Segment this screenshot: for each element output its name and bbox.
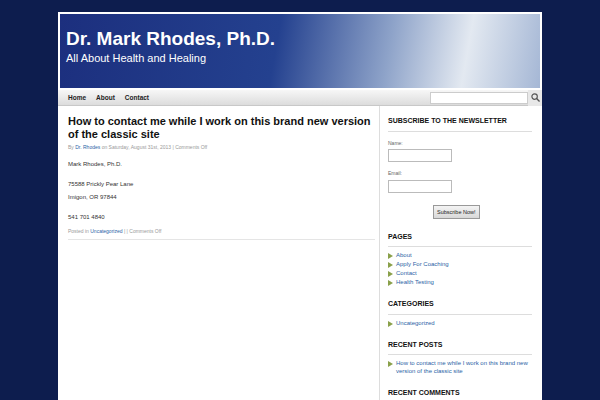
widget-heading: SUBSCRIBE TO THE NEWSLETTER (388, 116, 532, 132)
search-input[interactable] (430, 92, 528, 104)
content: How to contact me while I work on this b… (58, 106, 542, 400)
site-tagline: All About Health and Healing (66, 51, 534, 65)
search-button[interactable] (528, 90, 542, 106)
sidebar-widget: RECENT POSTS How to contact me while I wo… (388, 340, 532, 376)
post-body: Mark Rhodes, Ph.D. 75588 Prickly Pear Lan… (68, 160, 375, 221)
arrow-icon (388, 321, 393, 327)
sidebar-widget: RECENT COMMENTS (388, 388, 532, 400)
field-label: Email: (388, 170, 532, 178)
widget-item[interactable]: How to contact me while I work on this b… (388, 359, 532, 375)
newsletter-form: Name: Email: Subscribe Now! (388, 132, 532, 219)
arrow-icon (388, 262, 393, 268)
sidebar: SUBSCRIBE TO THE NEWSLETTER Name: Email: Su… (379, 106, 542, 400)
arrow-icon (388, 253, 393, 259)
arrow-icon (388, 361, 393, 367)
nav-item[interactable]: About (96, 93, 115, 103)
arrow-icon (388, 280, 393, 286)
search-icon (531, 93, 540, 102)
post-footer: Posted in Uncategorized | | Comments Off (68, 228, 375, 241)
widget-heading: CATEGORIES (388, 299, 532, 315)
main-column: How to contact me while I work on this b… (58, 106, 379, 400)
nav-item[interactable]: Home (68, 93, 86, 103)
post-meta: By Dr. Rhodes on Saturday, August 31st, … (68, 144, 375, 152)
post-paragraph: Mark Rhodes, Ph.D. (68, 160, 375, 168)
page: Dr. Mark Rhodes, Ph.D.All About Health a… (0, 0, 600, 400)
widget-item[interactable]: Uncategorized (388, 319, 532, 327)
widget-heading: RECENT POSTS (388, 340, 532, 356)
post-paragraph: 541 701 4840 (68, 213, 375, 221)
widget-heading: PAGES (388, 232, 532, 248)
field-input[interactable] (388, 180, 452, 193)
widget-item[interactable]: Contact (388, 269, 532, 277)
widget-item[interactable]: About (388, 251, 532, 259)
header-banner: Dr. Mark Rhodes, Ph.D.All About Health a… (60, 14, 540, 88)
site-title[interactable]: Dr. Mark Rhodes, Ph.D. (66, 28, 534, 50)
subscribe-button[interactable]: Subscribe Now! (433, 205, 480, 219)
nav-item[interactable]: Contact (125, 93, 149, 103)
post-title[interactable]: How to contact me while I work on this b… (68, 115, 375, 141)
container: Dr. Mark Rhodes, Ph.D.All About Health a… (58, 12, 542, 400)
widget-item[interactable]: Health Testing (388, 278, 532, 286)
arrow-icon (388, 271, 393, 277)
nav-bar: Home About Contact (58, 90, 542, 106)
widget-item[interactable]: Apply For Coaching (388, 260, 532, 268)
sidebar-widget: CATEGORIES Uncategorized (388, 299, 532, 327)
header: Dr. Mark Rhodes, Ph.D.All About Health a… (58, 12, 542, 90)
sidebar-widget: PAGES AboutApply For CoachingContactHealt… (388, 232, 532, 287)
post-paragraph: 75588 Prickly Pear LaneImigon, OR 97844 (68, 180, 375, 201)
field-input[interactable] (388, 149, 452, 162)
field-label: Name: (388, 140, 532, 148)
widget-heading: RECENT COMMENTS (388, 388, 532, 400)
